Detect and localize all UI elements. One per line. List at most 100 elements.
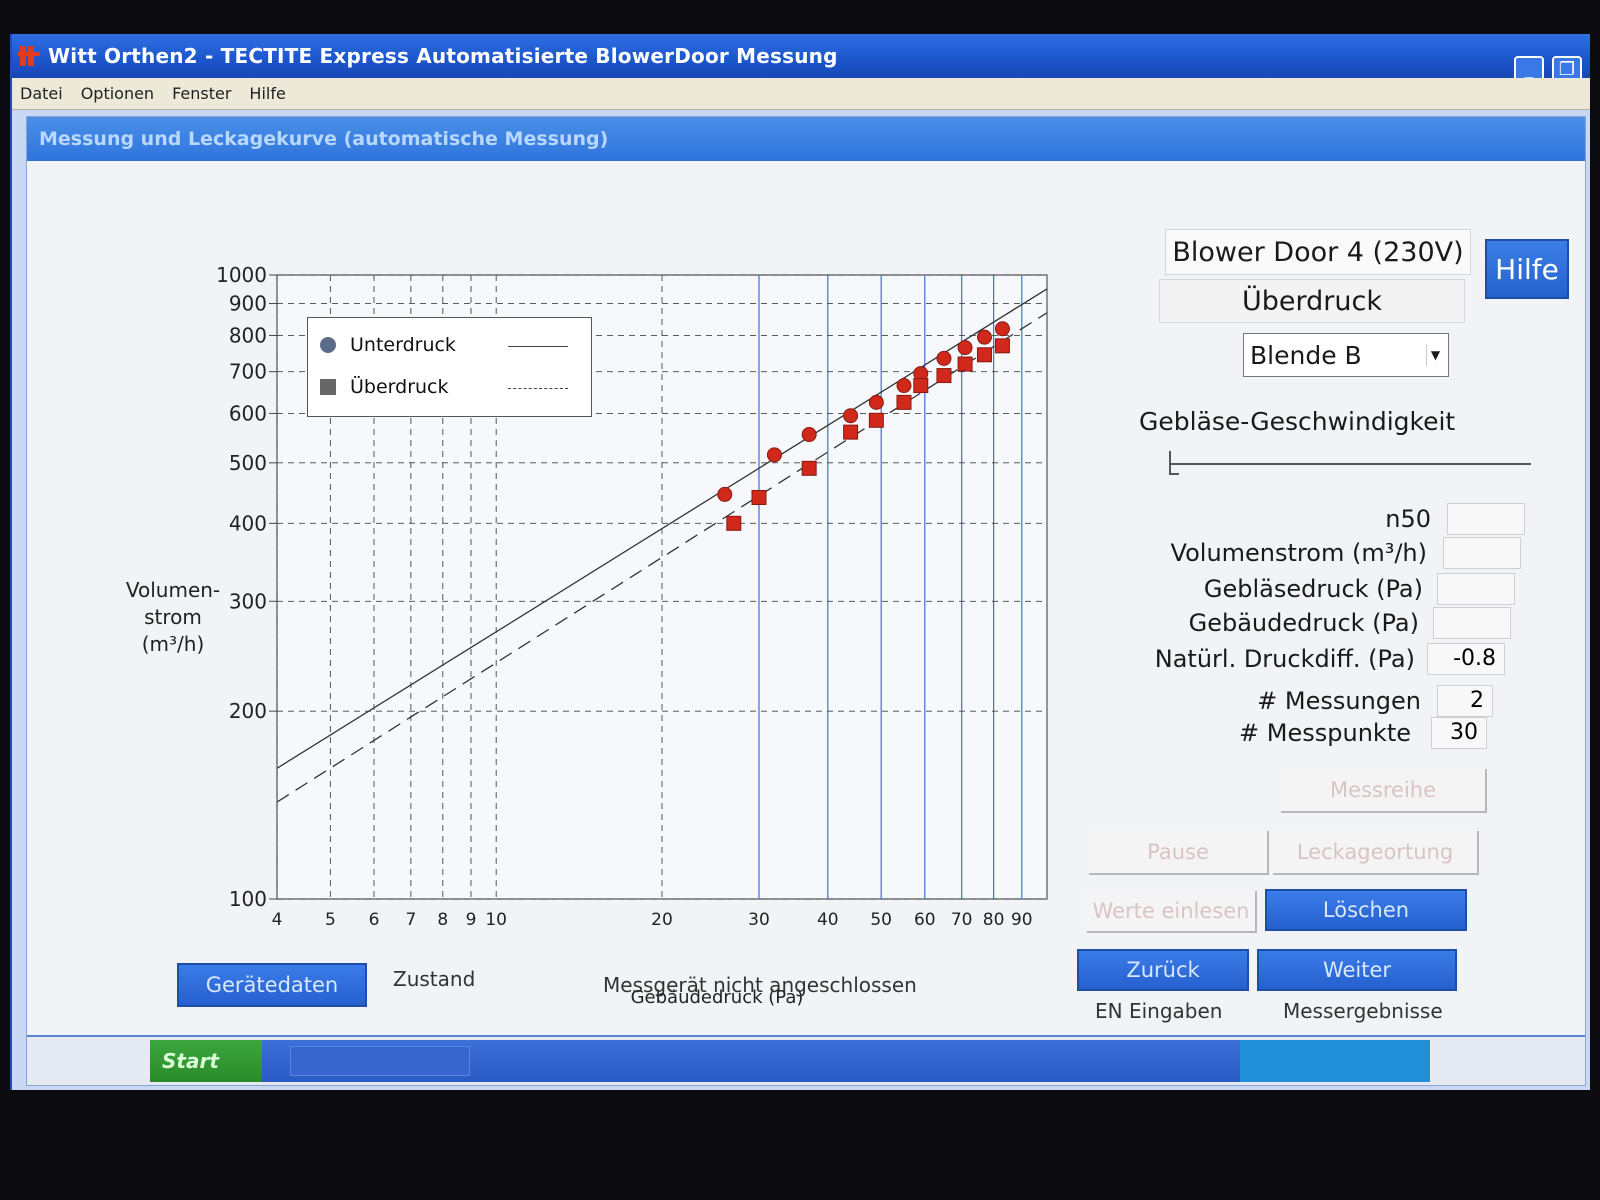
legend-dashed-line: [508, 388, 568, 389]
unterdruck-point: [801, 427, 817, 443]
x-tick-label: 30: [748, 910, 770, 927]
fan-speed-slider[interactable]: [1169, 463, 1531, 465]
natuerl-druckdiff-label: Natürl. Druckdiff. (Pa): [1154, 645, 1415, 673]
volumenstrom-label: Volumenstrom (m³/h): [1170, 539, 1427, 567]
volumenstrom-field: [1443, 537, 1521, 569]
menu-optionen[interactable]: Optionen: [81, 84, 154, 103]
start-button[interactable]: Start: [150, 1040, 262, 1082]
unterdruck-point: [994, 321, 1010, 337]
fan-speed-label: Gebläse-Geschwindigkeit: [1139, 407, 1456, 436]
zustand-value: Messgerät nicht angeschlossen: [603, 973, 917, 997]
app-icon: [18, 44, 42, 68]
messungen-field: 2: [1437, 685, 1493, 717]
system-tray: [1240, 1040, 1430, 1082]
ueberdruck-point: [936, 368, 952, 384]
x-tick-label: 60: [914, 910, 936, 927]
zustand-label: Zustand: [393, 967, 476, 991]
y-tick-label: 200: [229, 699, 267, 723]
y-tick-label: 1000: [216, 263, 267, 287]
zurueck-button[interactable]: Zurück: [1077, 949, 1249, 991]
x-tick-label: 8: [437, 910, 448, 927]
legend-label-ueberdruck: Überdruck: [350, 376, 449, 398]
legend-item-ueberdruck: Überdruck: [320, 376, 449, 398]
menu-bar: Datei Optionen Fenster Hilfe: [12, 78, 1590, 110]
ueberdruck-point: [751, 489, 767, 505]
ueberdruck-point: [843, 424, 859, 440]
ueberdruck-point: [976, 347, 992, 363]
y-tick-label: 400: [229, 511, 267, 535]
pause-button[interactable]: Pause: [1089, 831, 1269, 875]
unterdruck-point: [766, 447, 782, 463]
x-tick-label: 10: [485, 910, 507, 927]
subwindow-title: Messung und Leckagekurve (automatische M…: [27, 117, 1585, 161]
blende-select[interactable]: Blende B ▼: [1243, 333, 1449, 377]
help-button[interactable]: Hilfe: [1485, 239, 1569, 299]
app-window: Witt Orthen2 - TECTITE Express Automatis…: [10, 34, 1590, 1090]
n50-field: [1447, 503, 1525, 535]
gebaeudedruck-label: Gebäudedruck (Pa): [1188, 609, 1419, 637]
ueberdruck-point: [868, 412, 884, 428]
ueberdruck-point: [801, 460, 817, 476]
unterdruck-point: [976, 329, 992, 345]
y-tick-label: 700: [229, 360, 267, 384]
unterdruck-point: [843, 408, 859, 424]
y-label-line-1: Volumen-: [125, 578, 221, 602]
x-tick-label: 4: [272, 910, 283, 927]
x-tick-label: 5: [325, 910, 336, 927]
ueberdruck-point: [913, 378, 929, 394]
title-bar[interactable]: Witt Orthen2 - TECTITE Express Automatis…: [12, 34, 1590, 86]
chart-legend: Unterdruck Überdruck: [307, 317, 592, 417]
y-label-line-3: (m³/h): [141, 632, 205, 656]
unterdruck-point: [957, 340, 973, 356]
ueberdruck-point: [896, 394, 912, 410]
loeschen-button[interactable]: Löschen: [1265, 889, 1467, 931]
square-marker-icon: [320, 379, 336, 395]
weiter-button[interactable]: Weiter: [1257, 949, 1457, 991]
ueberdruck-point: [994, 338, 1010, 354]
taskbar: Start: [150, 1040, 1430, 1082]
x-tick-label: 40: [817, 910, 839, 927]
ueberdruck-point: [957, 356, 973, 372]
leakage-chart: 4 5 6 7 8 9 10 20 30 40 50 60 70 80 901002003004005006…: [216, 263, 1048, 927]
taskbar-item-app[interactable]: [290, 1046, 470, 1076]
y-tick-label: 800: [229, 323, 267, 347]
geblaesedruck-field: [1437, 573, 1515, 605]
circle-marker-icon: [320, 337, 336, 353]
messpunkte-field: 30: [1431, 717, 1487, 749]
window-title: Witt Orthen2 - TECTITE Express Automatis…: [48, 44, 838, 68]
x-tick-label: 90: [1011, 910, 1033, 927]
legend-item-unterdruck: Unterdruck: [320, 334, 456, 356]
legend-label-unterdruck: Unterdruck: [350, 334, 456, 356]
blende-value: Blende B: [1250, 340, 1362, 370]
geblaesedruck-label: Gebläsedruck (Pa): [1203, 575, 1423, 603]
gebaeudedruck-field: [1433, 607, 1511, 639]
menu-hilfe[interactable]: Hilfe: [249, 84, 285, 103]
x-tick-label: 6: [369, 910, 380, 927]
y-label-line-2: strom: [144, 605, 202, 629]
x-tick-label: 80: [983, 910, 1005, 927]
x-tick-label: 70: [951, 910, 973, 927]
y-tick-label: 900: [229, 292, 267, 316]
werte-einlesen-button[interactable]: Werte einlesen: [1087, 891, 1257, 933]
natuerl-druckdiff-field: -0.8: [1427, 643, 1505, 675]
legend-solid-line: [508, 346, 568, 347]
messpunkte-label: # Messpunkte: [1239, 719, 1411, 747]
unterdruck-point: [936, 350, 952, 366]
y-tick-label: 600: [229, 401, 267, 425]
unterdruck-point: [868, 394, 884, 410]
menu-fenster[interactable]: Fenster: [172, 84, 231, 103]
messungen-label: # Messungen: [1257, 687, 1421, 715]
leckageortung-button[interactable]: Leckageortung: [1273, 831, 1479, 875]
fan-speed-slider-thumb[interactable]: [1169, 451, 1179, 475]
chevron-down-icon[interactable]: ▼: [1426, 344, 1444, 366]
menu-datei[interactable]: Datei: [20, 84, 63, 103]
y-axis-label: Volumen- strom (m³/h): [103, 577, 243, 658]
measurement-window: Messung und Leckagekurve (automatische M…: [26, 116, 1586, 1086]
x-tick-label: 9: [466, 910, 477, 927]
x-tick-label: 20: [651, 910, 673, 927]
pressure-mode-display: Überdruck: [1159, 279, 1465, 323]
x-tick-label: 50: [870, 910, 892, 927]
y-tick-label: 100: [229, 887, 267, 911]
messreihe-button[interactable]: Messreihe: [1281, 769, 1487, 813]
geraetedaten-button[interactable]: Gerätedaten: [177, 963, 367, 1007]
